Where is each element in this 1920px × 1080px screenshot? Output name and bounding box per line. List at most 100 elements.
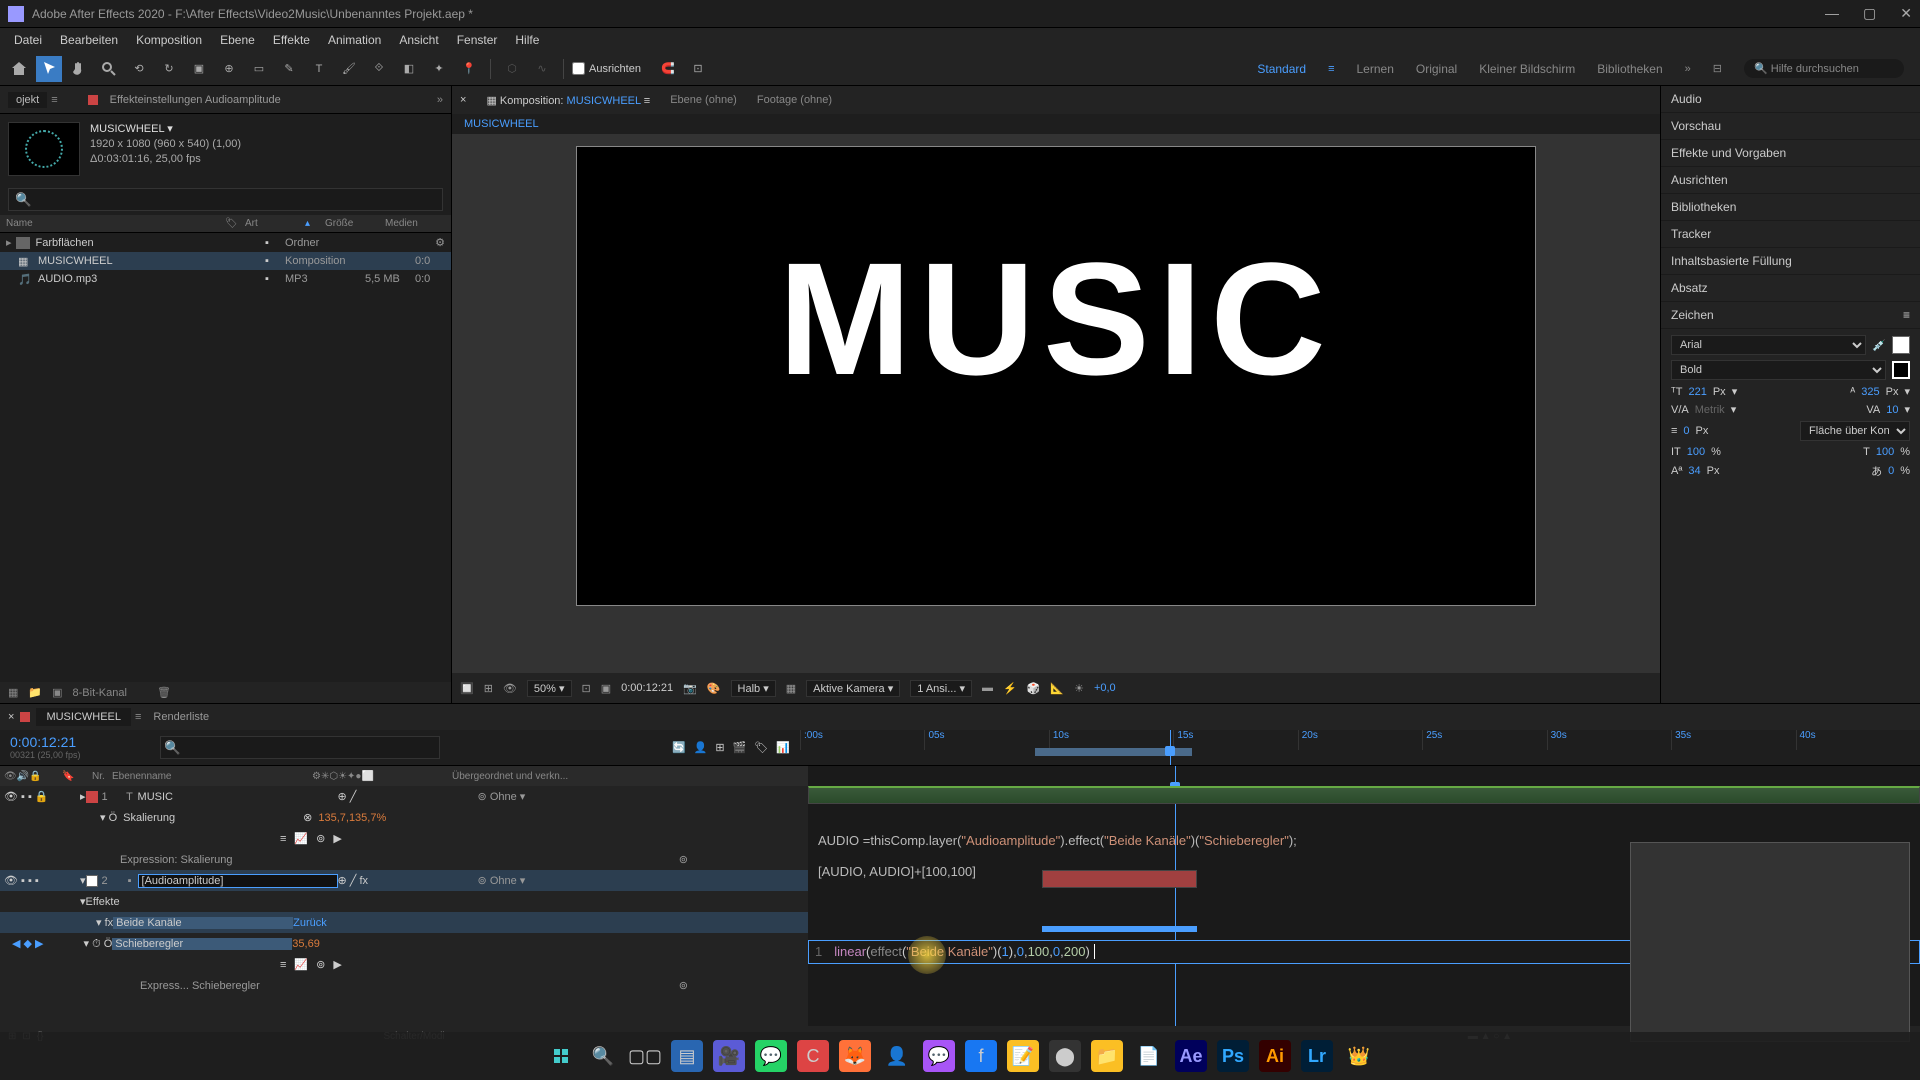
- interpret-icon[interactable]: ▦: [8, 686, 18, 699]
- help-search[interactable]: 🔍 Hilfe durchsuchen: [1744, 59, 1904, 78]
- menu-ebene[interactable]: Ebene: [212, 29, 263, 51]
- new-folder-icon[interactable]: 📁: [28, 686, 42, 699]
- clone-tool[interactable]: ⟐: [366, 56, 392, 82]
- leading-value[interactable]: 325: [1861, 386, 1879, 398]
- views-dropdown[interactable]: 1 Ansi... ▾: [910, 680, 972, 697]
- taskbar-obs[interactable]: ⬤: [1049, 1040, 1081, 1072]
- taskbar-search[interactable]: 🔍: [587, 1040, 619, 1072]
- home-icon[interactable]: [6, 56, 32, 82]
- expr-menu-icon[interactable]: ▶: [333, 832, 341, 845]
- renderlist-tab[interactable]: Renderliste: [141, 708, 221, 726]
- comp-tab-marker[interactable]: ×: [460, 94, 466, 106]
- resolution-dropdown[interactable]: Halb ▾: [731, 680, 776, 697]
- slider-value[interactable]: 35,69: [292, 938, 320, 950]
- workspace-original[interactable]: Original: [1416, 62, 1457, 76]
- brush-tool[interactable]: 🖌: [336, 56, 362, 82]
- layer-music[interactable]: 👁 ▪ ▪ 🔒 ▸ 1 T MUSIC ⊕ ╱ ⊚ Ohne ▾: [0, 786, 808, 807]
- tl-icon1[interactable]: 🔄: [672, 741, 686, 754]
- maximize-button[interactable]: ▢: [1863, 5, 1876, 22]
- shape-tool[interactable]: ▭: [246, 56, 272, 82]
- panel-tracker[interactable]: Tracker: [1661, 221, 1920, 248]
- keyframe-bar[interactable]: [1042, 926, 1198, 932]
- puppet-tool[interactable]: 📍: [456, 56, 482, 82]
- time-ruler[interactable]: :00s 05s 10s 15s 20s 25s 30s 35s 40s: [800, 730, 1920, 750]
- panel-ausrichten[interactable]: Ausrichten: [1661, 167, 1920, 194]
- tl-icon4[interactable]: 🎬: [733, 741, 747, 754]
- stroke-mode-dropdown[interactable]: Fläche über Kon...: [1800, 421, 1910, 441]
- channel-icon[interactable]: 🎨: [707, 682, 721, 695]
- taskbar-ae[interactable]: Ae: [1175, 1040, 1207, 1072]
- prop-effects[interactable]: ▾Effekte: [0, 891, 808, 912]
- taskbar-misc[interactable]: 👑: [1343, 1040, 1375, 1072]
- taskbar-explorer[interactable]: ▤: [671, 1040, 703, 1072]
- project-tab[interactable]: ojekt: [8, 92, 47, 108]
- workspace-bibliotheken[interactable]: Bibliotheken: [1597, 62, 1662, 76]
- col-size[interactable]: Größe: [325, 218, 385, 229]
- mesh-icon[interactable]: ⬡: [499, 56, 525, 82]
- tl-icon2[interactable]: 👤: [694, 741, 708, 754]
- snap-icon[interactable]: 🧲: [655, 56, 681, 82]
- minimize-button[interactable]: —: [1825, 5, 1839, 22]
- orbit-tool[interactable]: ⟲: [126, 56, 152, 82]
- menu-ansicht[interactable]: Ansicht: [391, 29, 446, 51]
- hand-tool[interactable]: [66, 56, 92, 82]
- panel-zeichen-header[interactable]: Zeichen≡: [1661, 302, 1920, 329]
- exposure-value[interactable]: +0,0: [1094, 682, 1116, 694]
- workspace-kleiner[interactable]: Kleiner Bildschirm: [1479, 62, 1575, 76]
- expr2-menu-icon[interactable]: ▶: [333, 958, 341, 971]
- trash-icon[interactable]: 🗑: [157, 686, 171, 699]
- canvas[interactable]: MUSIC: [576, 146, 1536, 606]
- menu-animation[interactable]: Animation: [320, 29, 389, 51]
- project-item-folder[interactable]: ▸ Farbflächen ▪ Ordner ⚙: [0, 233, 451, 252]
- font-family-dropdown[interactable]: Arial: [1671, 335, 1866, 355]
- panel-absatz[interactable]: Absatz: [1661, 275, 1920, 302]
- menu-datei[interactable]: Datei: [6, 29, 50, 51]
- magnify-icon[interactable]: 🔲: [460, 682, 474, 695]
- prop-scale[interactable]: ▾ Ö Skalierung ⊗ 135,7,135,7%: [0, 807, 808, 828]
- taskbar-whatsapp[interactable]: 💬: [755, 1040, 787, 1072]
- taskbar-ccleaner[interactable]: C: [797, 1040, 829, 1072]
- taskbar-firefox[interactable]: 🦊: [839, 1040, 871, 1072]
- track-music[interactable]: [808, 786, 1920, 804]
- timeline-tab[interactable]: MUSICWHEEL: [36, 708, 131, 726]
- taskbar-files[interactable]: 📁: [1091, 1040, 1123, 1072]
- camera-tool[interactable]: ▣: [186, 56, 212, 82]
- col-media[interactable]: Medien: [385, 218, 445, 229]
- camera-dropdown[interactable]: Aktive Kamera ▾: [806, 680, 900, 697]
- pen-tool[interactable]: ✎: [276, 56, 302, 82]
- comp-breadcrumb[interactable]: MUSICWHEEL: [452, 114, 1660, 134]
- eraser-tool[interactable]: ◧: [396, 56, 422, 82]
- composition-viewer[interactable]: MUSIC: [452, 134, 1660, 673]
- taskbar-ps[interactable]: Ps: [1217, 1040, 1249, 1072]
- taskbar-windows[interactable]: [545, 1040, 577, 1072]
- exposure-reset-icon[interactable]: ☀: [1074, 682, 1084, 695]
- layer-tab[interactable]: Ebene (ohne): [670, 94, 737, 106]
- panel-vorschau[interactable]: Vorschau: [1661, 113, 1920, 140]
- project-search-input[interactable]: [8, 188, 443, 211]
- stroke-value[interactable]: 0: [1683, 425, 1689, 437]
- expr2-graph-icon[interactable]: 📈: [294, 958, 308, 971]
- 3d-icon[interactable]: 🎲: [1027, 682, 1041, 695]
- footage-tab[interactable]: Footage (ohne): [757, 94, 832, 106]
- baseline-value[interactable]: 34: [1688, 465, 1700, 477]
- panel-toggle-icon[interactable]: ⊟: [1713, 62, 1722, 75]
- menu-hilfe[interactable]: Hilfe: [507, 29, 547, 51]
- transparency-icon[interactable]: ▦: [786, 682, 796, 695]
- font-size-value[interactable]: 221: [1688, 386, 1706, 398]
- menu-bearbeiten[interactable]: Bearbeiten: [52, 29, 126, 51]
- roto-tool[interactable]: ✦: [426, 56, 452, 82]
- taskbar-taskview[interactable]: ▢▢: [629, 1040, 661, 1072]
- tl-icon6[interactable]: 📊: [776, 741, 790, 754]
- align-checkbox[interactable]: [572, 62, 585, 75]
- stroke-swatch[interactable]: [1892, 361, 1910, 379]
- pixel-aspect-icon[interactable]: ▬: [982, 682, 993, 694]
- taskbar-ai[interactable]: Ai: [1259, 1040, 1291, 1072]
- menu-effekte[interactable]: Effekte: [265, 29, 318, 51]
- expr2-toggle-icon[interactable]: ≡: [280, 959, 286, 971]
- viewer-timecode[interactable]: 0:00:12:21: [621, 682, 673, 694]
- menu-fenster[interactable]: Fenster: [449, 29, 506, 51]
- grid-icon[interactable]: ⊞: [484, 682, 493, 695]
- taskbar-lr[interactable]: Lr: [1301, 1040, 1333, 1072]
- panel-bibliotheken[interactable]: Bibliotheken: [1661, 194, 1920, 221]
- new-comp-icon[interactable]: ▣: [52, 686, 62, 699]
